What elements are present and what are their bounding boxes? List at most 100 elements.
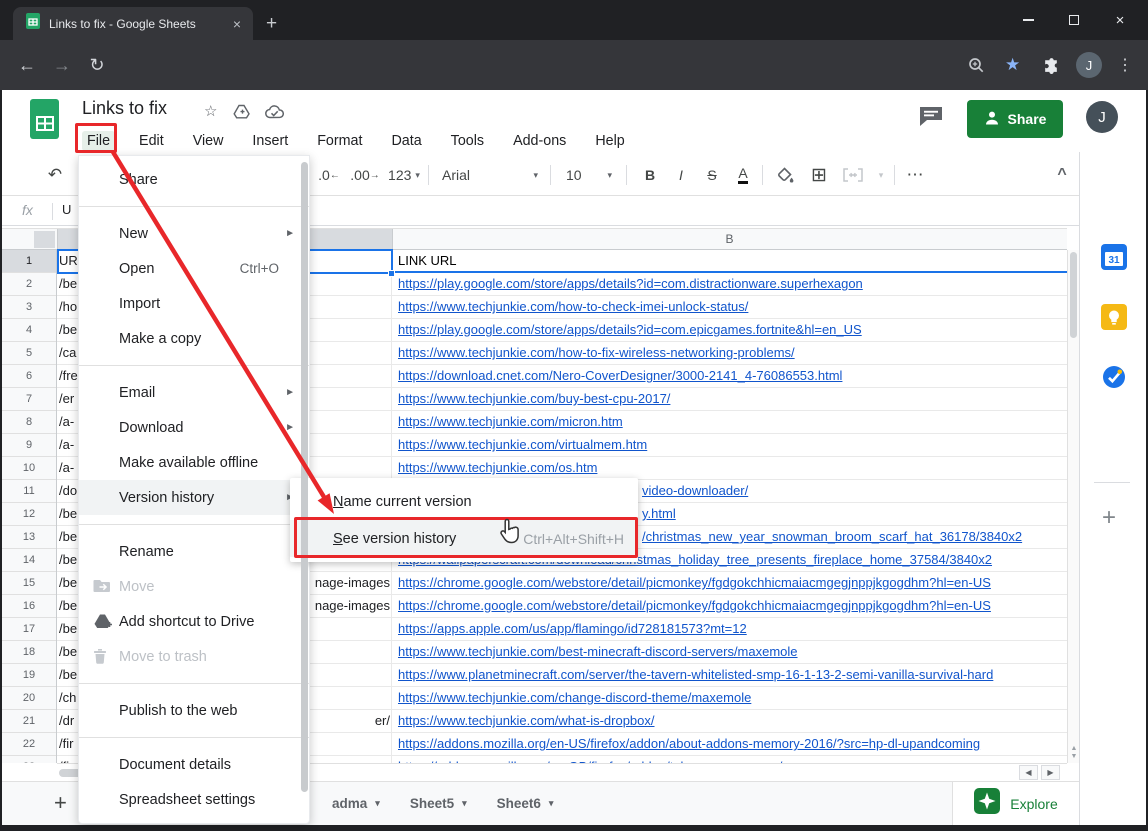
share-button[interactable]: Share — [967, 100, 1063, 138]
file-menu-item-new[interactable]: New► — [79, 216, 309, 251]
file-menu-item-rename[interactable]: Rename — [79, 534, 309, 569]
cell-b9[interactable]: https://www.techjunkie.com/virtualmem.ht… — [392, 434, 1067, 456]
file-menu-item-add-shortcut-to-drive[interactable]: Add shortcut to Drive — [79, 604, 309, 639]
cell-a18[interactable]: /be — [59, 641, 77, 663]
explore-button[interactable]: Explore — [952, 782, 1079, 825]
cell-a11[interactable]: /do — [59, 480, 77, 502]
row-header-20[interactable]: 20 — [2, 687, 56, 710]
row-header-22[interactable]: 22 — [2, 733, 56, 756]
cell-b22[interactable]: https://addons.mozilla.org/en-US/firefox… — [392, 733, 1067, 755]
cell-b18[interactable]: https://www.techjunkie.com/best-minecraf… — [392, 641, 1067, 663]
row-header-11[interactable]: 11 — [2, 480, 56, 503]
row-header-18[interactable]: 18 — [2, 641, 56, 664]
file-menu-item-move[interactable]: Move — [79, 569, 309, 604]
bookmark-star-icon[interactable]: ★ — [1005, 40, 1020, 90]
row-header-4[interactable]: 4 — [2, 319, 56, 342]
comment-icon[interactable] — [918, 105, 944, 132]
fill-handle[interactable] — [388, 270, 395, 277]
cell-a6[interactable]: /fre — [59, 365, 78, 387]
cell-b19[interactable]: https://www.planetminecraft.com/server/t… — [392, 664, 1067, 686]
borders-icon[interactable]: ⊞ — [804, 155, 834, 195]
vertical-scroll-arrows[interactable]: ▲▼ — [1069, 745, 1079, 761]
tasks-icon[interactable] — [1101, 364, 1127, 395]
menu-edit[interactable]: Edit — [134, 131, 169, 151]
file-menu-scrollbar[interactable] — [301, 162, 308, 792]
collapse-toolbar-icon[interactable]: ^ — [1048, 155, 1076, 195]
file-menu-item-move-to-trash[interactable]: Move to trash — [79, 639, 309, 674]
row-header-19[interactable]: 19 — [2, 664, 56, 687]
cell-a5[interactable]: /ca — [59, 342, 76, 364]
file-menu-item-email[interactable]: Email► — [79, 375, 309, 410]
undo-icon[interactable]: ↶ — [42, 155, 68, 195]
file-menu-item-publish-to-the-web[interactable]: Publish to the web — [79, 693, 309, 728]
menu-data[interactable]: Data — [386, 131, 426, 151]
menu-add-ons[interactable]: Add-ons — [508, 131, 571, 151]
doc-title[interactable]: Links to fix — [82, 98, 167, 119]
row-header-8[interactable]: 8 — [2, 411, 56, 434]
cell-b21[interactable]: https://www.techjunkie.com/what-is-dropb… — [392, 710, 1067, 732]
row-header-15[interactable]: 15 — [2, 572, 56, 595]
reload-icon[interactable]: ↻ — [82, 40, 112, 90]
cell-b4[interactable]: https://play.google.com/store/apps/detai… — [392, 319, 1067, 341]
cell-b16[interactable]: https://chrome.google.com/webstore/detai… — [392, 595, 1067, 617]
rail-add-button[interactable]: + — [1102, 504, 1116, 532]
cell-a23[interactable]: /fi — [59, 756, 69, 763]
file-menu-item-make-available-offline[interactable]: Make available offline — [79, 445, 309, 480]
sheet-tab-caret-icon[interactable]: ▾ — [549, 798, 554, 809]
sheet-tab-adma[interactable]: adma▾ — [332, 796, 380, 811]
menu-insert[interactable]: Insert — [247, 131, 293, 151]
cell-a2[interactable]: /be — [59, 273, 77, 295]
cell-a17[interactable]: /be — [59, 618, 77, 640]
row-header-17[interactable]: 17 — [2, 618, 56, 641]
row-header-9[interactable]: 9 — [2, 434, 56, 457]
italic-button[interactable]: I — [667, 155, 695, 195]
add-sheet-button[interactable]: + — [54, 790, 67, 816]
cell-b2[interactable]: https://play.google.com/store/apps/detai… — [392, 273, 1067, 295]
file-menu-item-import[interactable]: Import — [79, 286, 309, 321]
cell-a14[interactable]: /be — [59, 549, 77, 571]
row-header-7[interactable]: 7 — [2, 388, 56, 411]
row-header-21[interactable]: 21 — [2, 710, 56, 733]
back-icon[interactable]: ← — [12, 40, 42, 90]
row-header-16[interactable]: 16 — [2, 595, 56, 618]
file-menu-item-spreadsheet-settings[interactable]: Spreadsheet settings — [79, 782, 309, 817]
cell-a12[interactable]: /be — [59, 503, 77, 525]
cell-a19[interactable]: /be — [59, 664, 77, 686]
row-header-1[interactable]: 1 — [2, 250, 56, 273]
sheets-logo-icon[interactable] — [28, 98, 61, 145]
star-icon[interactable]: ☆ — [204, 102, 217, 120]
file-menu-item-make-a-copy[interactable]: Make a copy — [79, 321, 309, 356]
zoom-page-icon[interactable] — [968, 40, 985, 90]
cell-b1[interactable]: LINK URL — [392, 250, 1067, 272]
extensions-puzzle-icon[interactable] — [1042, 40, 1060, 90]
cell-a10[interactable]: /a- — [59, 457, 74, 479]
maximize-button[interactable] — [1051, 0, 1097, 40]
drive-shortcut-icon[interactable] — [233, 104, 251, 123]
row-header-13[interactable]: 13 — [2, 526, 56, 549]
cell-b5[interactable]: https://www.techjunkie.com/how-to-fix-wi… — [392, 342, 1067, 364]
more-toolbar-icon[interactable]: ⋯ — [900, 155, 930, 195]
cell-a22[interactable]: /fir — [59, 733, 73, 755]
submenu-item-name-current-version[interactable]: Name current version — [290, 483, 638, 520]
decrease-decimal-icon[interactable]: .0← — [314, 155, 344, 195]
file-menu-item-document-details[interactable]: Document details — [79, 747, 309, 782]
menu-format[interactable]: Format — [312, 131, 367, 151]
select-all-corner[interactable] — [34, 231, 55, 248]
cell-b10[interactable]: https://www.techjunkie.com/os.htm — [392, 457, 1067, 479]
bold-button[interactable]: B — [636, 155, 664, 195]
row-header-5[interactable]: 5 — [2, 342, 56, 365]
sheet-tab-caret-icon[interactable]: ▾ — [375, 798, 380, 809]
cell-a4[interactable]: /be — [59, 319, 77, 341]
cell-b8[interactable]: https://www.techjunkie.com/micron.htm — [392, 411, 1067, 433]
font-family-select[interactable]: Arial▾ — [436, 155, 544, 195]
calendar-icon[interactable]: 31 — [1101, 244, 1127, 275]
menu-view[interactable]: View — [188, 131, 229, 151]
row-header-14[interactable]: 14 — [2, 549, 56, 572]
column-b-header[interactable]: B — [392, 229, 1067, 250]
cell-a8[interactable]: /a- — [59, 411, 74, 433]
cell-b6[interactable]: https://download.cnet.com/Nero-CoverDesi… — [392, 365, 1067, 387]
keep-icon[interactable] — [1101, 304, 1127, 335]
row-header-2[interactable]: 2 — [2, 273, 56, 296]
cell-b7[interactable]: https://www.techjunkie.com/buy-best-cpu-… — [392, 388, 1067, 410]
row-header-3[interactable]: 3 — [2, 296, 56, 319]
